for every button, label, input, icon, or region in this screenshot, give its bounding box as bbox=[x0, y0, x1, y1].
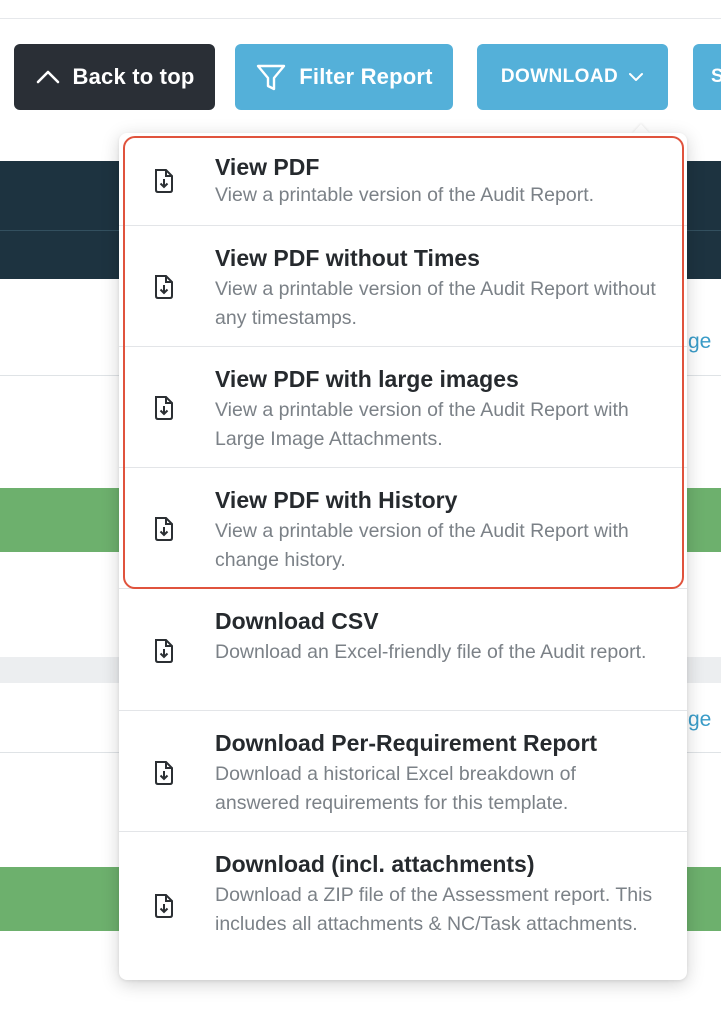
file-download-icon bbox=[153, 395, 175, 421]
filter-report-label: Filter Report bbox=[299, 64, 433, 89]
download-label: DOWNLOAD bbox=[500, 66, 619, 87]
menu-item-description: View a printable version of the Audit Re… bbox=[215, 520, 629, 571]
file-download-icon bbox=[153, 516, 175, 542]
menu-item-title: Download CSV bbox=[215, 608, 379, 634]
file-download-icon bbox=[153, 893, 175, 919]
menu-item-title: View PDF with History bbox=[215, 487, 458, 513]
menu-item-view-pdf[interactable]: View PDF View a printable version of the… bbox=[119, 133, 687, 225]
menu-item-title: Download (incl. attachments) bbox=[215, 851, 535, 877]
back-to-top-button[interactable]: Back to top bbox=[14, 44, 215, 110]
file-download-icon bbox=[153, 638, 175, 664]
menu-item-description: Download an Excel-friendly file of the A… bbox=[215, 641, 647, 663]
menu-item-view-pdf-with-history[interactable]: View PDF with History View a printable v… bbox=[119, 467, 687, 588]
menu-item-view-pdf-large-images[interactable]: View PDF with large images View a printa… bbox=[119, 346, 687, 467]
file-download-icon bbox=[153, 760, 175, 786]
file-download-icon bbox=[153, 168, 175, 194]
more-actions-label: S bbox=[711, 66, 721, 87]
file-download-icon bbox=[153, 274, 175, 300]
menu-item-download-incl-attachments[interactable]: Download (incl. attachments) Download a … bbox=[119, 831, 687, 980]
menu-item-download-per-requirement[interactable]: Download Per-Requirement Report Download… bbox=[119, 710, 687, 831]
menu-item-description: View a printable version of the Audit Re… bbox=[215, 184, 595, 206]
menu-item-description: View a printable version of the Audit Re… bbox=[215, 399, 629, 450]
top-divider bbox=[0, 18, 721, 19]
chevron-down-icon bbox=[628, 71, 644, 83]
menu-item-title: View PDF with large images bbox=[215, 366, 519, 392]
menu-item-view-pdf-without-times[interactable]: View PDF without Times View a printable … bbox=[119, 225, 687, 346]
menu-item-title: View PDF bbox=[215, 154, 320, 180]
row-link[interactable]: ge bbox=[688, 330, 711, 354]
filter-report-button[interactable]: Filter Report bbox=[235, 44, 453, 110]
menu-item-description: Download a historical Excel breakdown of… bbox=[215, 763, 576, 814]
filter-icon bbox=[255, 61, 287, 93]
menu-item-description: Download a ZIP file of the Assessment re… bbox=[215, 884, 653, 935]
menu-item-download-csv[interactable]: Download CSV Download an Excel-friendly … bbox=[119, 588, 687, 710]
report-toolbar: Back to top Filter Report DOWNLOAD S bbox=[0, 44, 721, 110]
more-actions-button[interactable]: S bbox=[693, 44, 721, 110]
menu-item-description: View a printable version of the Audit Re… bbox=[215, 278, 656, 329]
download-menu-button[interactable]: DOWNLOAD bbox=[477, 44, 668, 110]
row-link[interactable]: ge bbox=[688, 708, 711, 732]
menu-item-title: Download Per-Requirement Report bbox=[215, 730, 598, 756]
download-dropdown-menu: View PDF View a printable version of the… bbox=[119, 133, 687, 980]
back-to-top-label: Back to top bbox=[72, 64, 195, 89]
chevron-up-icon bbox=[35, 68, 61, 86]
report-page: ge ge Back to top Filter Report DOWNLOAD… bbox=[0, 0, 721, 1024]
menu-item-title: View PDF without Times bbox=[215, 245, 480, 271]
